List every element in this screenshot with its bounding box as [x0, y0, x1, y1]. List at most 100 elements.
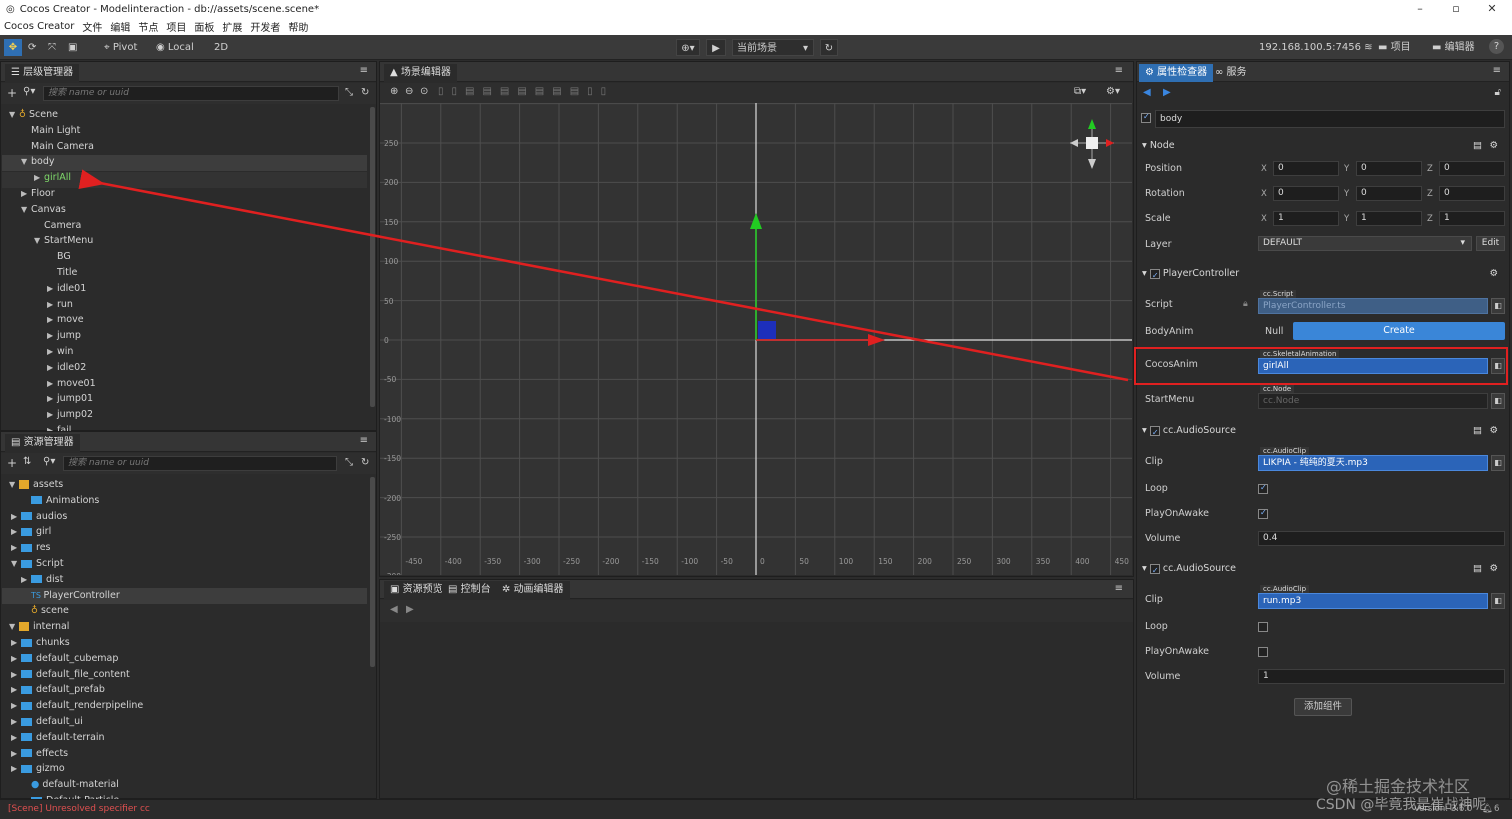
collapse-icon[interactable]: ⤡ [345, 457, 353, 468]
expand-arrow-icon[interactable]: ▶ [47, 297, 57, 313]
tab-inspector[interactable]: ⚙ 属性检查器 [1139, 64, 1214, 82]
forward-arrow-icon[interactable]: ▶ [406, 604, 414, 615]
align-tools-icon[interactable]: ▯▯▤▤▤▤▤▤▤▯▯ [438, 86, 614, 97]
startmenu-field[interactable]: cc.Node [1258, 393, 1488, 409]
scene-select[interactable]: 当前场景 ▾ [732, 39, 814, 56]
scene-grid[interactable] [380, 103, 1132, 575]
component-enabled-checkbox[interactable] [1149, 268, 1160, 279]
menu-extension[interactable]: 扩展 [222, 19, 242, 34]
panel-menu-icon[interactable]: ≡ [1493, 65, 1501, 76]
hierarchy-item[interactable]: ▼ Canvas [21, 202, 66, 218]
platform-globe-icon[interactable]: ⊕▾ [676, 39, 700, 56]
asset-item[interactable]: ▶ audios [11, 509, 67, 525]
position-y-input[interactable]: 0 [1356, 161, 1422, 176]
hierarchy-item[interactable]: Camera [34, 218, 81, 234]
expand-arrow-icon[interactable]: ▶ [11, 682, 21, 698]
gear-icon[interactable]: ⚙ [1489, 560, 1498, 578]
clip-field[interactable]: LIKPIA - 纯纯的夏天.mp3 [1258, 455, 1488, 471]
back-arrow-icon[interactable]: ◀ [1143, 87, 1151, 98]
hierarchy-item[interactable]: ▼ ♁ Scene [9, 107, 58, 123]
tab-animation-editor[interactable]: ✲ 动画编辑器 [496, 581, 570, 599]
asset-item[interactable]: ▶ dist [21, 572, 63, 588]
forward-arrow-icon[interactable]: ▶ [1163, 87, 1171, 98]
hierarchy-item[interactable]: Title [47, 265, 77, 281]
add-asset-icon[interactable]: + [7, 456, 17, 470]
rotate-tool-icon[interactable]: ⟳ [28, 39, 36, 56]
gear-icon[interactable]: ⚙ [1489, 265, 1498, 283]
expand-arrow-icon[interactable]: ▶ [47, 391, 57, 407]
expand-arrow-icon[interactable]: ▶ [34, 170, 44, 186]
zoom-in-icon[interactable]: ⊕ [390, 86, 398, 97]
pivot-button[interactable]: ⌖ Pivot [104, 39, 137, 56]
preview-url[interactable]: 192.168.100.5:7456 ≋ [1259, 39, 1373, 56]
expand-arrow-icon[interactable]: ▶ [47, 344, 57, 360]
expand-arrow-icon[interactable]: ▶ [47, 376, 57, 392]
audio-source-1-header[interactable]: ▾ cc.AudioSource ▤ ⚙ [1136, 422, 1508, 440]
expand-arrow-icon[interactable]: ▶ [47, 328, 57, 344]
clip-field[interactable]: run.mp3 [1258, 593, 1488, 609]
node-active-checkbox[interactable] [1141, 113, 1151, 124]
status-error-message[interactable]: [Scene] Unresolved specifier cc [8, 804, 150, 814]
component-enabled-checkbox[interactable] [1149, 563, 1160, 574]
expand-arrow-icon[interactable]: ▶ [11, 509, 21, 525]
refresh-icon[interactable]: ↻ [361, 457, 369, 468]
panel-menu-icon[interactable]: ≡ [360, 435, 368, 446]
asset-item[interactable]: Animations [21, 493, 99, 509]
asset-item[interactable]: TS PlayerController [21, 588, 120, 604]
hierarchy-item[interactable]: ▶ idle02 [47, 360, 86, 376]
expand-arrow-icon[interactable]: ▼ [34, 233, 44, 249]
node-name-input[interactable]: body [1155, 110, 1505, 128]
panel-menu-icon[interactable]: ≡ [1115, 65, 1123, 76]
tab-console[interactable]: ▤ 控制台 [442, 581, 497, 599]
hierarchy-item[interactable]: Main Camera [21, 139, 94, 155]
expand-arrow-icon[interactable]: ▶ [11, 540, 21, 556]
loop-checkbox[interactable] [1258, 484, 1268, 494]
volume-input[interactable]: 0.4 [1258, 531, 1505, 546]
asset-item[interactable]: ▶ default_cubemap [11, 651, 118, 667]
expand-arrow-icon[interactable]: ▶ [11, 698, 21, 714]
add-node-icon[interactable]: + [7, 86, 17, 100]
scene-viewport[interactable]: 250 200 150 100 50 0 -50 -100 -150 -200 -250 -300 -… [380, 103, 1132, 575]
tab-assets[interactable]: ▤ 资源管理器 [5, 434, 80, 452]
hierarchy-item[interactable]: ▼ StartMenu [34, 233, 93, 249]
position-z-input[interactable]: 0 [1439, 161, 1505, 176]
asset-item[interactable]: ▶ chunks [11, 635, 70, 651]
hierarchy-item[interactable]: ▶ jump02 [47, 407, 93, 423]
expand-arrow-icon[interactable]: ▼ [9, 619, 19, 635]
maximize-button[interactable]: ▫ [1438, 0, 1474, 18]
tab-asset-preview[interactable]: ▣ 资源预览 [384, 581, 449, 599]
asset-item[interactable]: ▶ girl [11, 524, 51, 540]
asset-item[interactable]: ▶ gizmo [11, 761, 65, 777]
playonawake-checkbox[interactable] [1258, 647, 1268, 657]
project-button[interactable]: ▬ 项目 [1378, 39, 1411, 56]
asset-item[interactable]: ♁ scene [21, 603, 69, 619]
menu-edit[interactable]: 编辑 [110, 19, 130, 34]
asset-item[interactable]: ▶ default-terrain [11, 730, 105, 746]
expand-arrow-icon[interactable]: ▼ [11, 556, 21, 572]
hierarchy-item[interactable]: ▼ body [21, 154, 55, 170]
add-component-button[interactable]: 添加组件 [1294, 698, 1352, 716]
close-button[interactable]: ✕ [1474, 0, 1510, 18]
hierarchy-scrollbar[interactable] [370, 107, 375, 407]
expand-arrow-icon[interactable]: ▶ [11, 730, 21, 746]
move-tool-icon[interactable]: ✥ [4, 39, 22, 56]
panel-menu-icon[interactable]: ≡ [360, 65, 368, 76]
hierarchy-item[interactable]: ▶ win [47, 344, 73, 360]
startmenu-pick-icon[interactable]: ◧ [1491, 393, 1505, 409]
doc-icon[interactable]: ▤ [1473, 422, 1482, 440]
asset-item[interactable]: ▼ assets [9, 477, 63, 493]
menu-file[interactable]: 文件 [82, 19, 102, 34]
rotation-y-input[interactable]: 0 [1356, 186, 1422, 201]
layer-select[interactable]: DEFAULT ▾ [1258, 236, 1472, 251]
rotation-z-input[interactable]: 0 [1439, 186, 1505, 201]
asset-item[interactable]: ▶ default_ui [11, 714, 83, 730]
player-controller-header[interactable]: ▾ PlayerController ⚙ [1136, 265, 1508, 283]
hierarchy-item[interactable]: Main Light [21, 123, 80, 139]
asset-item[interactable]: ▶ res [11, 540, 51, 556]
position-x-input[interactable]: 0 [1273, 161, 1339, 176]
node-section-header[interactable]: ▾ Node ▤ ⚙ [1136, 137, 1508, 155]
playonawake-checkbox[interactable] [1258, 509, 1268, 519]
assets-search-input[interactable]: 搜索 name or uuid [63, 456, 337, 471]
doc-icon[interactable]: ▤ [1473, 137, 1482, 155]
scale-z-input[interactable]: 1 [1439, 211, 1505, 226]
